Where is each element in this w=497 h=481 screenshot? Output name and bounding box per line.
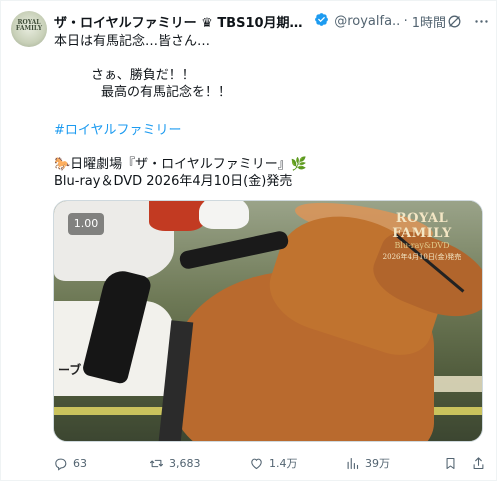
brand-overlay: ROYAL FAMILY Blu-ray&DVD 2026年4月10日(金)発売 <box>376 211 468 262</box>
header-actions <box>446 13 490 30</box>
views-icon <box>345 456 360 471</box>
repost-count: 3,683 <box>169 456 201 470</box>
tweet-card[interactable]: ROYAL FAMILY ザ・ロイヤルファミリー ♛ TBS10月期日曜... … <box>0 0 497 481</box>
action-bar: 63 3,683 1.4万 39万 <box>53 453 489 473</box>
brand-date: 2026年4月10日(金)発売 <box>382 253 462 261</box>
repost-button[interactable]: 3,683 <box>149 453 201 473</box>
video-player[interactable]: ーブ 1.00 ROYAL FAMILY Blu-ray&DVD 2026年4月… <box>53 200 483 442</box>
repost-icon <box>149 456 164 471</box>
saddlecloth-text: ーブ <box>58 363 82 377</box>
tweet-text-line-5: 🐎日曜劇場『ザ・ロイヤルファミリー』🌿 <box>54 157 307 172</box>
jockey-helmet <box>199 201 249 229</box>
grok-icon[interactable] <box>446 13 463 30</box>
avatar[interactable]: ROYAL FAMILY <box>11 11 47 47</box>
handle[interactable]: @royalfa... <box>334 14 399 29</box>
like-icon <box>249 456 264 471</box>
more-icon[interactable] <box>473 13 490 30</box>
brand-title: ROYAL FAMILY <box>392 211 452 241</box>
tweet-text-line-3: 最高の有馬記念を！！ <box>101 85 232 100</box>
views-button[interactable]: 39万 <box>345 453 390 473</box>
display-name[interactable]: ザ・ロイヤルファミリー ♛ TBS10月期日曜... <box>54 12 311 31</box>
timestamp[interactable]: 1時間 <box>412 12 446 31</box>
jockey-silks <box>149 201 204 231</box>
like-count: 1.4万 <box>269 457 298 470</box>
like-button[interactable]: 1.4万 <box>249 453 298 473</box>
separator-dot: · <box>403 13 408 29</box>
verified-badge-icon <box>311 12 329 31</box>
tweet-text-line-6: Blu-ray＆DVD 2026年4月10日(金)発売 <box>54 174 293 189</box>
playback-rate-badge[interactable]: 1.00 <box>68 213 104 235</box>
reply-button[interactable]: 63 <box>53 453 87 473</box>
hashtag-link[interactable]: #ロイヤルファミリー <box>54 122 182 139</box>
bookmark-button[interactable] <box>443 453 458 473</box>
views-count: 39万 <box>365 457 390 470</box>
brand-sub: Blu-ray&DVD <box>394 241 450 250</box>
avatar-logo: ROYAL FAMILY <box>15 19 43 32</box>
tweet-text-line-1: 本日は有馬記念…皆さん… <box>54 34 211 49</box>
reply-count: 63 <box>73 456 87 470</box>
tweet-text-line-2: さぁ、勝負だ！！ <box>91 68 195 83</box>
reply-icon <box>53 456 68 471</box>
share-icon <box>471 456 486 471</box>
share-button[interactable] <box>471 453 486 473</box>
tweet-header: ザ・ロイヤルファミリー ♛ TBS10月期日曜... @royalfa... ·… <box>54 10 490 32</box>
bookmark-icon <box>443 456 458 471</box>
